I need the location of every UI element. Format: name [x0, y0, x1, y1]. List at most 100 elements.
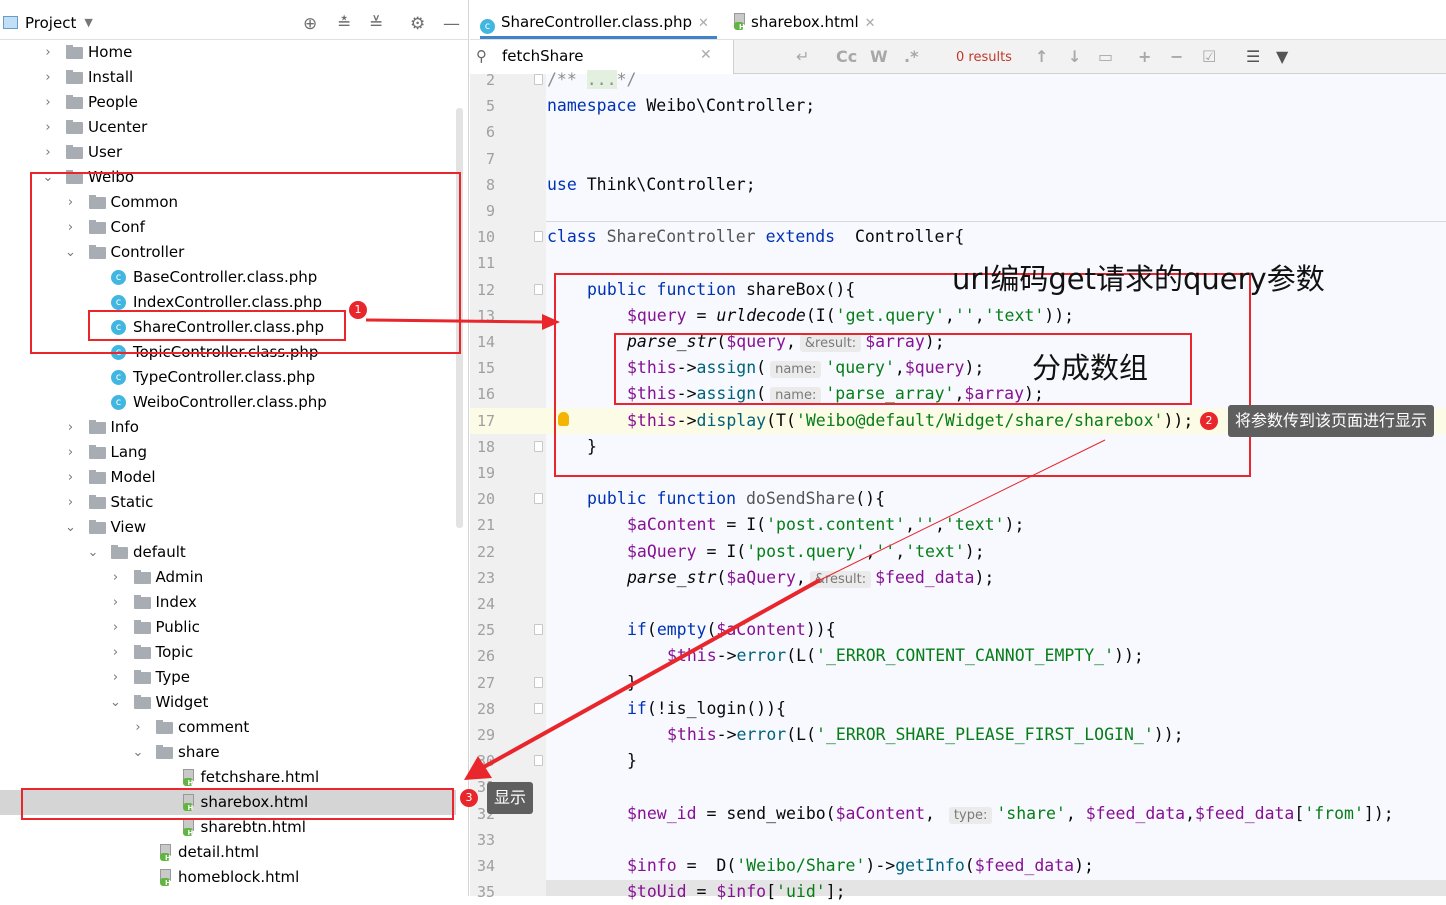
code-line[interactable]: 35 $toUid = $info['uid'];: [470, 879, 1446, 905]
chevron-right-icon[interactable]: ›: [65, 440, 77, 465]
tree-item-default[interactable]: ⌄ default: [0, 540, 456, 565]
code-line[interactable]: 23 parse_str($aQuery, &result: $feed_data);: [470, 565, 1446, 591]
tree-item-info[interactable]: › Info: [0, 415, 456, 440]
tree-item-admin[interactable]: › Admin: [0, 565, 456, 590]
code-line[interactable]: 26 $this->error(L('_ERROR_CONTENT_CANNOT_…: [470, 643, 1446, 669]
code-line[interactable]: 34 $info = D('Weibo/Share')->getInfo($fee…: [470, 853, 1446, 879]
code-line[interactable]: 32 $new_id = send_weibo($aContent, type: '…: [470, 801, 1446, 827]
tree-item-homeblock-html[interactable]: Hhomeblock.html: [0, 865, 456, 890]
tree-item-typecontroller-class-php[interactable]: c TypeController.class.php: [0, 365, 456, 390]
tree-item-ucenter[interactable]: › Ucenter: [0, 115, 456, 140]
tree-item-static[interactable]: › Static: [0, 490, 456, 515]
tree-item-topic[interactable]: › Topic: [0, 640, 456, 665]
tree-item-fetchshare-html[interactable]: Hfetchshare.html: [0, 765, 456, 790]
code-line[interactable]: 10 class ShareController extends Controll…: [470, 224, 1446, 250]
tree-item-sharebtn-html[interactable]: Hsharebtn.html: [0, 815, 456, 840]
tree-item-detail-html[interactable]: Hdetail.html: [0, 840, 456, 865]
fold-marker-icon[interactable]: [534, 283, 543, 295]
tree-item-comment[interactable]: › comment: [0, 715, 456, 740]
clear-icon[interactable]: ✕: [700, 47, 712, 63]
chevron-right-icon[interactable]: ›: [65, 415, 77, 440]
locate-icon[interactable]: ⊕: [303, 14, 317, 34]
code-line[interactable]: 20 public function doSendShare(){: [470, 486, 1446, 512]
fold-marker-icon[interactable]: [534, 702, 543, 714]
chevron-right-icon[interactable]: ›: [65, 215, 77, 240]
tree-item-common[interactable]: › Common: [0, 190, 456, 215]
chevron-down-icon[interactable]: ⌄: [65, 240, 77, 265]
code-line[interactable]: 7: [470, 146, 1446, 172]
remove-selection-icon[interactable]: −: [1170, 47, 1183, 66]
dropdown-arrow-icon[interactable]: ▼: [84, 16, 92, 29]
code-line[interactable]: 8 use Think\Controller;: [470, 172, 1446, 198]
code-line[interactable]: 31: [470, 774, 1446, 800]
gear-icon[interactable]: ⚙: [410, 14, 425, 34]
chevron-right-icon[interactable]: ›: [65, 190, 77, 215]
code-line[interactable]: 29 $this->error(L('_ERROR_SHARE_PLEASE_FI…: [470, 722, 1446, 748]
tab-sharebox[interactable]: Hsharebox.html ✕: [730, 6, 876, 39]
code-line[interactable]: 16 $this->assign(name:'parse_array',$arra…: [470, 381, 1446, 407]
fold-marker-icon[interactable]: [534, 624, 543, 636]
tree-item-topiccontroller-class-php[interactable]: c TopicController.class.php: [0, 340, 456, 365]
chevron-right-icon[interactable]: ›: [110, 590, 122, 615]
code-line[interactable]: 24: [470, 591, 1446, 617]
fold-marker-icon[interactable]: [534, 440, 543, 452]
chevron-right-icon[interactable]: ›: [42, 115, 54, 140]
select-all-icon[interactable]: ▭: [1098, 47, 1113, 66]
chevron-down-icon[interactable]: ⌄: [110, 690, 122, 715]
chevron-down-icon[interactable]: ⌄: [65, 515, 77, 540]
search-icon[interactable]: ⚲: [476, 47, 487, 65]
regex-toggle[interactable]: .*: [904, 47, 918, 66]
tree-item-conf[interactable]: › Conf: [0, 215, 456, 240]
code-line[interactable]: 30}: [470, 748, 1446, 774]
code-line[interactable]: 14 parse_str($query, &result: $array);: [470, 329, 1446, 355]
tree-item-lang[interactable]: › Lang: [0, 440, 456, 465]
fold-marker-icon[interactable]: [534, 676, 543, 688]
tree-item-weibocontroller-class-php[interactable]: c WeiboController.class.php: [0, 390, 456, 415]
chevron-down-icon[interactable]: ⌄: [42, 165, 54, 190]
fold-marker-icon[interactable]: [534, 493, 543, 505]
chevron-right-icon[interactable]: ›: [110, 565, 122, 590]
chevron-down-icon[interactable]: ⌄: [132, 740, 144, 765]
chevron-down-icon[interactable]: ⌄: [87, 540, 99, 565]
words-toggle[interactable]: W: [870, 47, 888, 66]
chevron-right-icon[interactable]: ›: [110, 640, 122, 665]
code-line[interactable]: 18}: [470, 434, 1446, 460]
tree-item-install[interactable]: › Install: [0, 65, 456, 90]
tree-item-share[interactable]: ⌄ share: [0, 740, 456, 765]
chevron-right-icon[interactable]: ›: [132, 715, 144, 740]
tree-item-indexcontroller-class-php[interactable]: c IndexController.class.php: [0, 290, 456, 315]
close-icon[interactable]: ✕: [698, 16, 709, 31]
project-view-selector[interactable]: Project: [25, 14, 76, 32]
hide-icon[interactable]: —: [443, 14, 460, 34]
chevron-right-icon[interactable]: ›: [110, 665, 122, 690]
tree-item-widget[interactable]: ⌄ Widget: [0, 690, 456, 715]
tree-item-weibo[interactable]: ⌄ Weibo: [0, 165, 456, 190]
tree-item-user[interactable]: › User: [0, 140, 456, 165]
lightbulb-icon[interactable]: [558, 411, 569, 426]
tree-item-people[interactable]: › People: [0, 90, 456, 115]
chevron-right-icon[interactable]: ›: [42, 140, 54, 165]
chevron-right-icon[interactable]: ›: [42, 90, 54, 115]
arrow-up-icon[interactable]: ↑: [1035, 47, 1048, 66]
tree-item-public[interactable]: › Public: [0, 615, 456, 640]
code-line[interactable]: 13 $query = urldecode(I('get.query','','t…: [470, 303, 1446, 329]
code-line[interactable]: 33: [470, 827, 1446, 853]
tree-item-model[interactable]: › Model: [0, 465, 456, 490]
tree-item-basecontroller-class-php[interactable]: c BaseController.class.php: [0, 265, 456, 290]
fold-marker-icon[interactable]: [534, 755, 543, 767]
chevron-right-icon[interactable]: ›: [42, 65, 54, 90]
code-line[interactable]: 25 if(empty($aContent)){: [470, 617, 1446, 643]
fold-marker-icon[interactable]: [534, 74, 543, 85]
chevron-right-icon[interactable]: ›: [110, 615, 122, 640]
newline-icon[interactable]: ↵: [796, 47, 809, 66]
tree-item-view[interactable]: ⌄ View: [0, 515, 456, 540]
expand-all-icon[interactable]: ≛: [337, 14, 351, 34]
code-line[interactable]: 27}: [470, 670, 1446, 696]
filter-icon[interactable]: ▼: [1276, 47, 1288, 66]
code-line[interactable]: 19: [470, 460, 1446, 486]
tab-sharecontroller[interactable]: c ShareController.class.php ✕: [480, 6, 717, 39]
code-line[interactable]: 15 $this->assign(name:'query',$query);: [470, 355, 1446, 381]
code-line[interactable]: 5 namespace Weibo\Controller;: [470, 93, 1446, 119]
match-case-toggle[interactable]: Cc: [836, 47, 857, 66]
code-line[interactable]: 28 if(!is_login()){: [470, 696, 1446, 722]
